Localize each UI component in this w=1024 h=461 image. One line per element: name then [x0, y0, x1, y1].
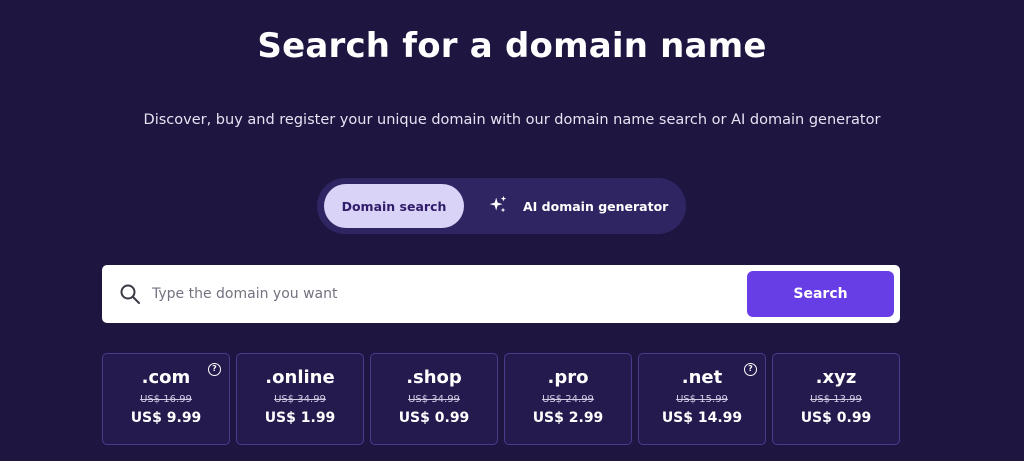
- tld-old-price: US$ 24.99: [542, 394, 594, 405]
- tld-name: .pro: [547, 367, 589, 388]
- search-button[interactable]: Search: [747, 271, 894, 317]
- page-title: Search for a domain name: [257, 26, 767, 66]
- help-icon[interactable]: ?: [744, 363, 757, 376]
- tld-card-xyz[interactable]: .xyz US$ 13.99 US$ 0.99: [772, 353, 900, 445]
- page-subtitle: Discover, buy and register your unique d…: [143, 112, 881, 128]
- tld-card-com[interactable]: .com ? US$ 16.99 US$ 9.99: [102, 353, 230, 445]
- tld-old-price: US$ 15.99: [676, 394, 728, 405]
- tld-new-price: US$ 0.99: [800, 410, 872, 426]
- tld-name: .online: [265, 367, 335, 388]
- search-icon: [118, 282, 142, 306]
- tab-ai-domain-generator[interactable]: AI domain generator: [477, 184, 677, 228]
- sparkles-icon: [487, 194, 509, 219]
- tld-new-price: US$ 0.99: [398, 410, 470, 426]
- tld-old-price: US$ 34.99: [408, 394, 460, 405]
- tld-old-price: US$ 16.99: [140, 394, 192, 405]
- tld-old-price: US$ 13.99: [810, 394, 862, 405]
- tld-new-price: US$ 14.99: [661, 410, 743, 426]
- search-mode-toggle: Domain search AI domain generator: [317, 178, 686, 234]
- domain-search-bar: Search: [102, 265, 900, 323]
- ai-generator-label: AI domain generator: [523, 198, 669, 214]
- tld-name: .shop: [406, 367, 462, 388]
- tld-new-price: US$ 1.99: [264, 410, 336, 426]
- tld-new-price: US$ 2.99: [532, 410, 604, 426]
- tld-old-price: US$ 34.99: [274, 394, 326, 405]
- help-icon[interactable]: ?: [208, 363, 221, 376]
- tld-card-net[interactable]: .net ? US$ 15.99 US$ 14.99: [638, 353, 766, 445]
- tab-domain-search[interactable]: Domain search: [324, 184, 464, 228]
- tld-card-shop[interactable]: .shop US$ 34.99 US$ 0.99: [370, 353, 498, 445]
- tld-card-pro[interactable]: .pro US$ 24.99 US$ 2.99: [504, 353, 632, 445]
- tld-name: .xyz: [815, 367, 857, 388]
- domain-search-input[interactable]: [152, 277, 732, 311]
- tld-card-online[interactable]: .online US$ 34.99 US$ 1.99: [236, 353, 364, 445]
- tld-new-price: US$ 9.99: [130, 410, 202, 426]
